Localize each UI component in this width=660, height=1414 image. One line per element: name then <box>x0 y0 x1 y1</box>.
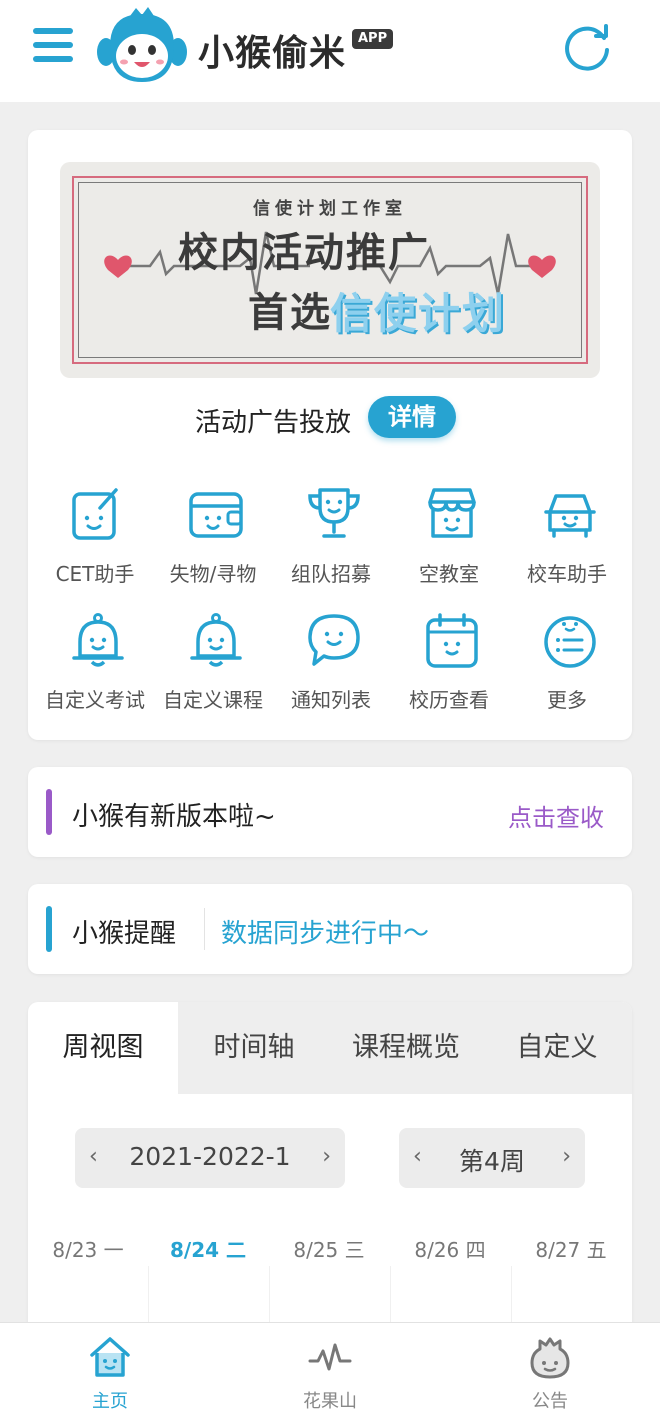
feature-team-recruit[interactable]: 组队招募 <box>272 486 390 596</box>
feature-custom-exam[interactable]: 自定义考试 <box>36 612 154 722</box>
feature-label: 组队招募 <box>291 562 371 586</box>
feature-label: 自定义考试 <box>45 688 145 712</box>
term-value: 2021-2022-1 <box>129 1142 291 1171</box>
feature-cet[interactable]: CET助手 <box>36 486 154 596</box>
sync-status: 数据同步进行中～ <box>221 919 430 949</box>
nav-label: 花果山 <box>303 1391 357 1412</box>
refresh-icon[interactable] <box>560 20 614 74</box>
feature-label: 失物/寻物 <box>169 562 257 586</box>
banner-subtitle: 信使计划工作室 <box>253 199 407 219</box>
reminder-divider <box>204 908 205 950</box>
bell-icon <box>72 613 124 667</box>
feature-more[interactable]: 更多 <box>508 612 626 722</box>
main-card: 信使计划工作室 校内活动推广 首选 信使计划 活动广告投放 详情 CET助手 失… <box>28 130 632 740</box>
bottom-nav: 主页 花果山 公告 <box>0 1322 660 1414</box>
feature-label: 校历查看 <box>409 688 489 712</box>
classroom-icon <box>428 488 476 538</box>
chat-bubble-icon <box>308 614 360 666</box>
pulse-icon <box>308 1343 352 1371</box>
monkey-icon <box>530 1337 570 1379</box>
feature-lost-found[interactable]: 失物/寻物 <box>154 486 272 596</box>
reminder-title: 小猴提醒 <box>72 919 177 949</box>
promo-banner[interactable]: 信使计划工作室 校内活动推广 首选 信使计划 <box>60 162 600 378</box>
more-list-icon <box>544 616 596 668</box>
feature-shuttle-bus[interactable]: 校车助手 <box>508 486 626 596</box>
week-picker: ‹ 第4周 › <box>399 1128 585 1188</box>
feature-label: 校车助手 <box>527 562 607 586</box>
update-check-link[interactable]: 点击查收 <box>508 798 604 833</box>
week-value: 第4周 <box>459 1147 525 1176</box>
bus-icon <box>544 494 596 538</box>
day-header: 8/26 四 <box>414 1238 486 1262</box>
week-next-button[interactable]: › <box>562 1144 571 1169</box>
app-header: 小猴偷米 APP <box>0 0 660 102</box>
term-next-button[interactable]: › <box>322 1144 331 1169</box>
feature-label: 自定义课程 <box>163 688 263 712</box>
feature-custom-course[interactable]: 自定义课程 <box>154 612 272 722</box>
reminder-card: 小猴提醒 数据同步进行中～ <box>28 884 632 974</box>
app-title: 小猴偷米 <box>198 33 347 74</box>
update-notice-title: 小猴有新版本啦~ <box>72 802 276 832</box>
wallet-icon <box>189 492 243 538</box>
nav-label: 公告 <box>532 1391 568 1412</box>
ad-label: 活动广告投放 <box>195 408 352 438</box>
nav-announcement[interactable]: 公告 <box>490 1323 610 1414</box>
tab-timeline[interactable]: 时间轴 <box>178 1002 330 1094</box>
feature-label: 更多 <box>547 688 587 712</box>
schedule-tabs: 周视图 时间轴 课程概览 自定义 <box>28 1002 632 1094</box>
home-icon <box>90 1337 130 1377</box>
menu-icon[interactable] <box>33 28 75 64</box>
feature-school-calendar[interactable]: 校历查看 <box>390 612 508 722</box>
cet-notebook-icon <box>72 488 118 540</box>
calendar-icon <box>426 613 478 668</box>
banner-tagline-prefix: 首选 <box>248 290 332 336</box>
day-header: 8/27 五 <box>535 1238 607 1262</box>
bell-icon <box>190 613 242 667</box>
feature-label: 空教室 <box>419 562 479 586</box>
reminder-accent-bar <box>46 906 52 952</box>
ad-details-button[interactable]: 详情 <box>368 396 456 438</box>
update-notice-card[interactable]: 小猴有新版本啦~ 点击查收 <box>28 767 632 857</box>
monkey-logo <box>96 6 188 86</box>
tab-course-overview[interactable]: 课程概览 <box>330 1002 482 1094</box>
nav-label: 主页 <box>92 1391 128 1412</box>
nav-home[interactable]: 主页 <box>50 1323 170 1414</box>
feature-empty-classroom[interactable]: 空教室 <box>390 486 508 596</box>
banner-tagline-highlight: 信使计划 <box>330 289 507 338</box>
banner-headline: 校内活动推广 <box>178 230 430 276</box>
tab-week-view[interactable]: 周视图 <box>28 1002 178 1094</box>
schedule-card: 周视图 时间轴 课程概览 自定义 ‹ 2021-2022-1 › ‹ 第4周 ›… <box>28 1002 632 1332</box>
app-badge: APP <box>352 29 394 49</box>
day-header: 8/25 三 <box>293 1238 365 1262</box>
feature-label: CET助手 <box>55 562 135 586</box>
term-picker: ‹ 2021-2022-1 › <box>75 1128 345 1188</box>
ad-row: 活动广告投放 详情 <box>28 392 632 442</box>
day-header: 8/23 一 <box>52 1238 124 1262</box>
nav-huaguoshan[interactable]: 花果山 <box>270 1323 390 1414</box>
feature-notification-list[interactable]: 通知列表 <box>272 612 390 722</box>
day-header-today: 8/24 二 <box>169 1238 246 1262</box>
trophy-icon <box>308 488 360 538</box>
tab-custom[interactable]: 自定义 <box>482 1002 632 1094</box>
day-headers: 8/23 一 8/24 二 8/25 三 8/26 四 8/27 五 <box>28 1234 632 1264</box>
notice-accent-bar <box>46 789 52 835</box>
feature-label: 通知列表 <box>291 688 371 712</box>
